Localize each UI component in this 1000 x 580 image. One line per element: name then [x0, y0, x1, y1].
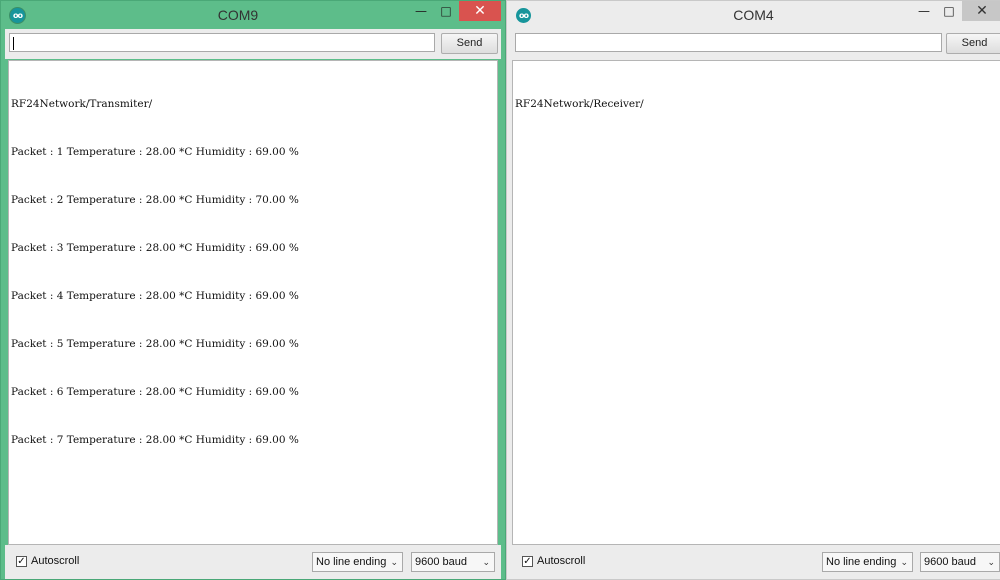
- chevron-down-icon: ⌄: [482, 557, 490, 567]
- output-line: RF24Network/Receiver/: [515, 98, 644, 110]
- serial-output[interactable]: RF24Network/Transmiter/ Packet : 1 Tempe…: [8, 60, 498, 545]
- maximize-icon[interactable]: □: [937, 1, 961, 21]
- serial-output[interactable]: RF24Network/Receiver/: [512, 60, 1000, 545]
- close-icon[interactable]: ✕: [459, 1, 501, 21]
- title-bar[interactable]: oo COM4 — □ ✕: [507, 1, 1000, 29]
- output-line: Packet : 7 Temperature : 28.00 *C Humidi…: [11, 434, 299, 446]
- close-icon[interactable]: ✕: [962, 1, 1000, 21]
- autoscroll-toggle[interactable]: ✓ Autoscroll: [522, 555, 585, 567]
- send-button[interactable]: Send: [441, 33, 498, 54]
- checkbox-checked-icon[interactable]: ✓: [522, 555, 533, 567]
- chevron-down-icon: ⌄: [390, 557, 398, 567]
- line-ending-select[interactable]: No line ending ⌄: [822, 552, 913, 572]
- serial-input[interactable]: [9, 33, 435, 52]
- output-line: Packet : 3 Temperature : 28.00 *C Humidi…: [11, 242, 299, 254]
- autoscroll-label: Autoscroll: [537, 555, 586, 567]
- title-bar[interactable]: oo COM9 — □ ✕: [1, 1, 505, 29]
- minimize-icon[interactable]: —: [409, 1, 433, 21]
- output-line: RF24Network/Transmiter/: [11, 98, 153, 110]
- line-ending-value: No line ending: [826, 556, 897, 568]
- output-line: Packet : 1 Temperature : 28.00 *C Humidi…: [11, 146, 299, 158]
- chevron-down-icon: ⌄: [987, 557, 995, 567]
- text-caret: [13, 37, 14, 50]
- output-line: Packet : 2 Temperature : 28.00 *C Humidi…: [11, 194, 299, 206]
- window-title: COM9: [217, 7, 259, 23]
- send-toolbar: Send: [5, 29, 501, 59]
- serial-monitor-window-com4: oo COM4 — □ ✕ Send RF24Network/Receiver/…: [506, 0, 1000, 580]
- send-toolbar: Send: [511, 29, 1000, 59]
- chevron-down-icon: ⌄: [900, 557, 908, 567]
- checkbox-checked-icon[interactable]: ✓: [16, 555, 27, 567]
- output-line: Packet : 5 Temperature : 28.00 *C Humidi…: [11, 338, 299, 350]
- status-bar: ✓ Autoscroll No line ending ⌄ 9600 baud …: [511, 545, 1000, 579]
- output-line: Packet : 6 Temperature : 28.00 *C Humidi…: [11, 386, 299, 398]
- maximize-icon[interactable]: □: [434, 1, 458, 21]
- autoscroll-toggle[interactable]: ✓ Autoscroll: [16, 555, 79, 567]
- baud-rate-select[interactable]: 9600 baud ⌄: [411, 552, 495, 572]
- output-line: Packet : 4 Temperature : 28.00 *C Humidi…: [11, 290, 299, 302]
- serial-input[interactable]: [515, 33, 942, 52]
- baud-rate-value: 9600 baud: [924, 556, 976, 568]
- baud-rate-select[interactable]: 9600 baud ⌄: [920, 552, 1000, 572]
- autoscroll-label: Autoscroll: [31, 555, 80, 567]
- baud-rate-value: 9600 baud: [415, 556, 467, 568]
- send-button[interactable]: Send: [946, 33, 1000, 54]
- serial-monitor-window-com9: oo COM9 — □ ✕ Send RF24Network/Transmite…: [0, 0, 506, 580]
- status-bar: ✓ Autoscroll No line ending ⌄ 9600 baud …: [5, 545, 501, 579]
- line-ending-value: No line ending: [316, 556, 387, 568]
- minimize-icon[interactable]: —: [912, 1, 936, 21]
- line-ending-select[interactable]: No line ending ⌄: [312, 552, 403, 572]
